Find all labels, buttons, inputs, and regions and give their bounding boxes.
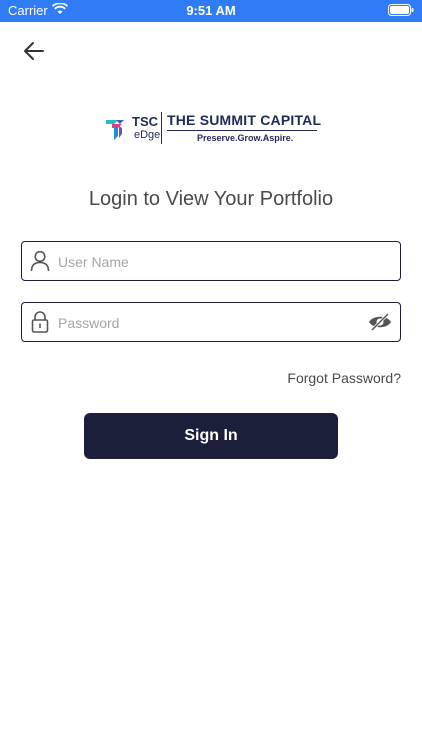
arrow-left-icon xyxy=(24,42,44,60)
page-title: Login to View Your Portfolio xyxy=(88,188,334,210)
username-field[interactable] xyxy=(21,241,401,281)
logo-company-name: THE SUMMIT CAPITAL xyxy=(167,112,322,128)
logo-sub-name: eDge xyxy=(134,129,161,141)
user-icon xyxy=(30,250,50,272)
logo-underline xyxy=(167,130,317,131)
sign-in-button[interactable]: Sign In xyxy=(84,413,338,459)
logo-divider xyxy=(161,112,162,144)
back-button[interactable] xyxy=(20,38,48,64)
eye-off-icon xyxy=(369,312,391,332)
toggle-password-button[interactable] xyxy=(368,312,392,332)
lock-icon xyxy=(31,311,49,333)
password-input[interactable] xyxy=(56,309,360,337)
logo-short-name: TSC xyxy=(132,114,158,129)
username-input[interactable] xyxy=(56,248,360,276)
logo-tagline: Preserve.Grow.Aspire. xyxy=(197,133,294,143)
status-bar: Carrier 9:51 AM xyxy=(0,0,422,22)
battery-icon xyxy=(388,4,414,19)
status-time: 9:51 AM xyxy=(186,3,236,18)
password-field[interactable] xyxy=(21,302,401,342)
company-logo: TSC eDge THE SUMMIT CAPITAL Preserve.Gro… xyxy=(104,112,322,146)
logo-mark-icon xyxy=(106,120,124,140)
forgot-password-link[interactable]: Forgot Password? xyxy=(287,370,401,386)
